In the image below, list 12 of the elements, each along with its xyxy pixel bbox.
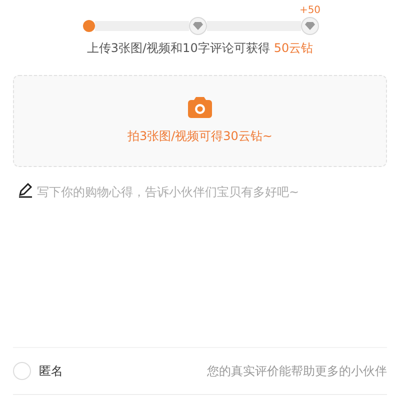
anonymous-note: 您的真实评价能帮助更多的小伙伴	[207, 362, 387, 380]
camera-icon	[188, 97, 212, 118]
anonymous-label: 匿名	[39, 362, 63, 380]
diamond-icon	[305, 22, 315, 30]
upload-area[interactable]: 拍3张图/视频可得30云钻~	[13, 75, 387, 167]
reward-text: 50云钻	[274, 40, 314, 57]
upload-label: 拍3张图/视频可得30云钻~	[127, 128, 272, 145]
hint-text: 上传3张图/视频和10字评论可获得	[86, 40, 270, 57]
reward-label: +50	[299, 5, 321, 16]
pencil-icon	[18, 183, 33, 198]
diamond-icon	[193, 22, 203, 30]
anonymous-radio[interactable]	[13, 362, 31, 380]
